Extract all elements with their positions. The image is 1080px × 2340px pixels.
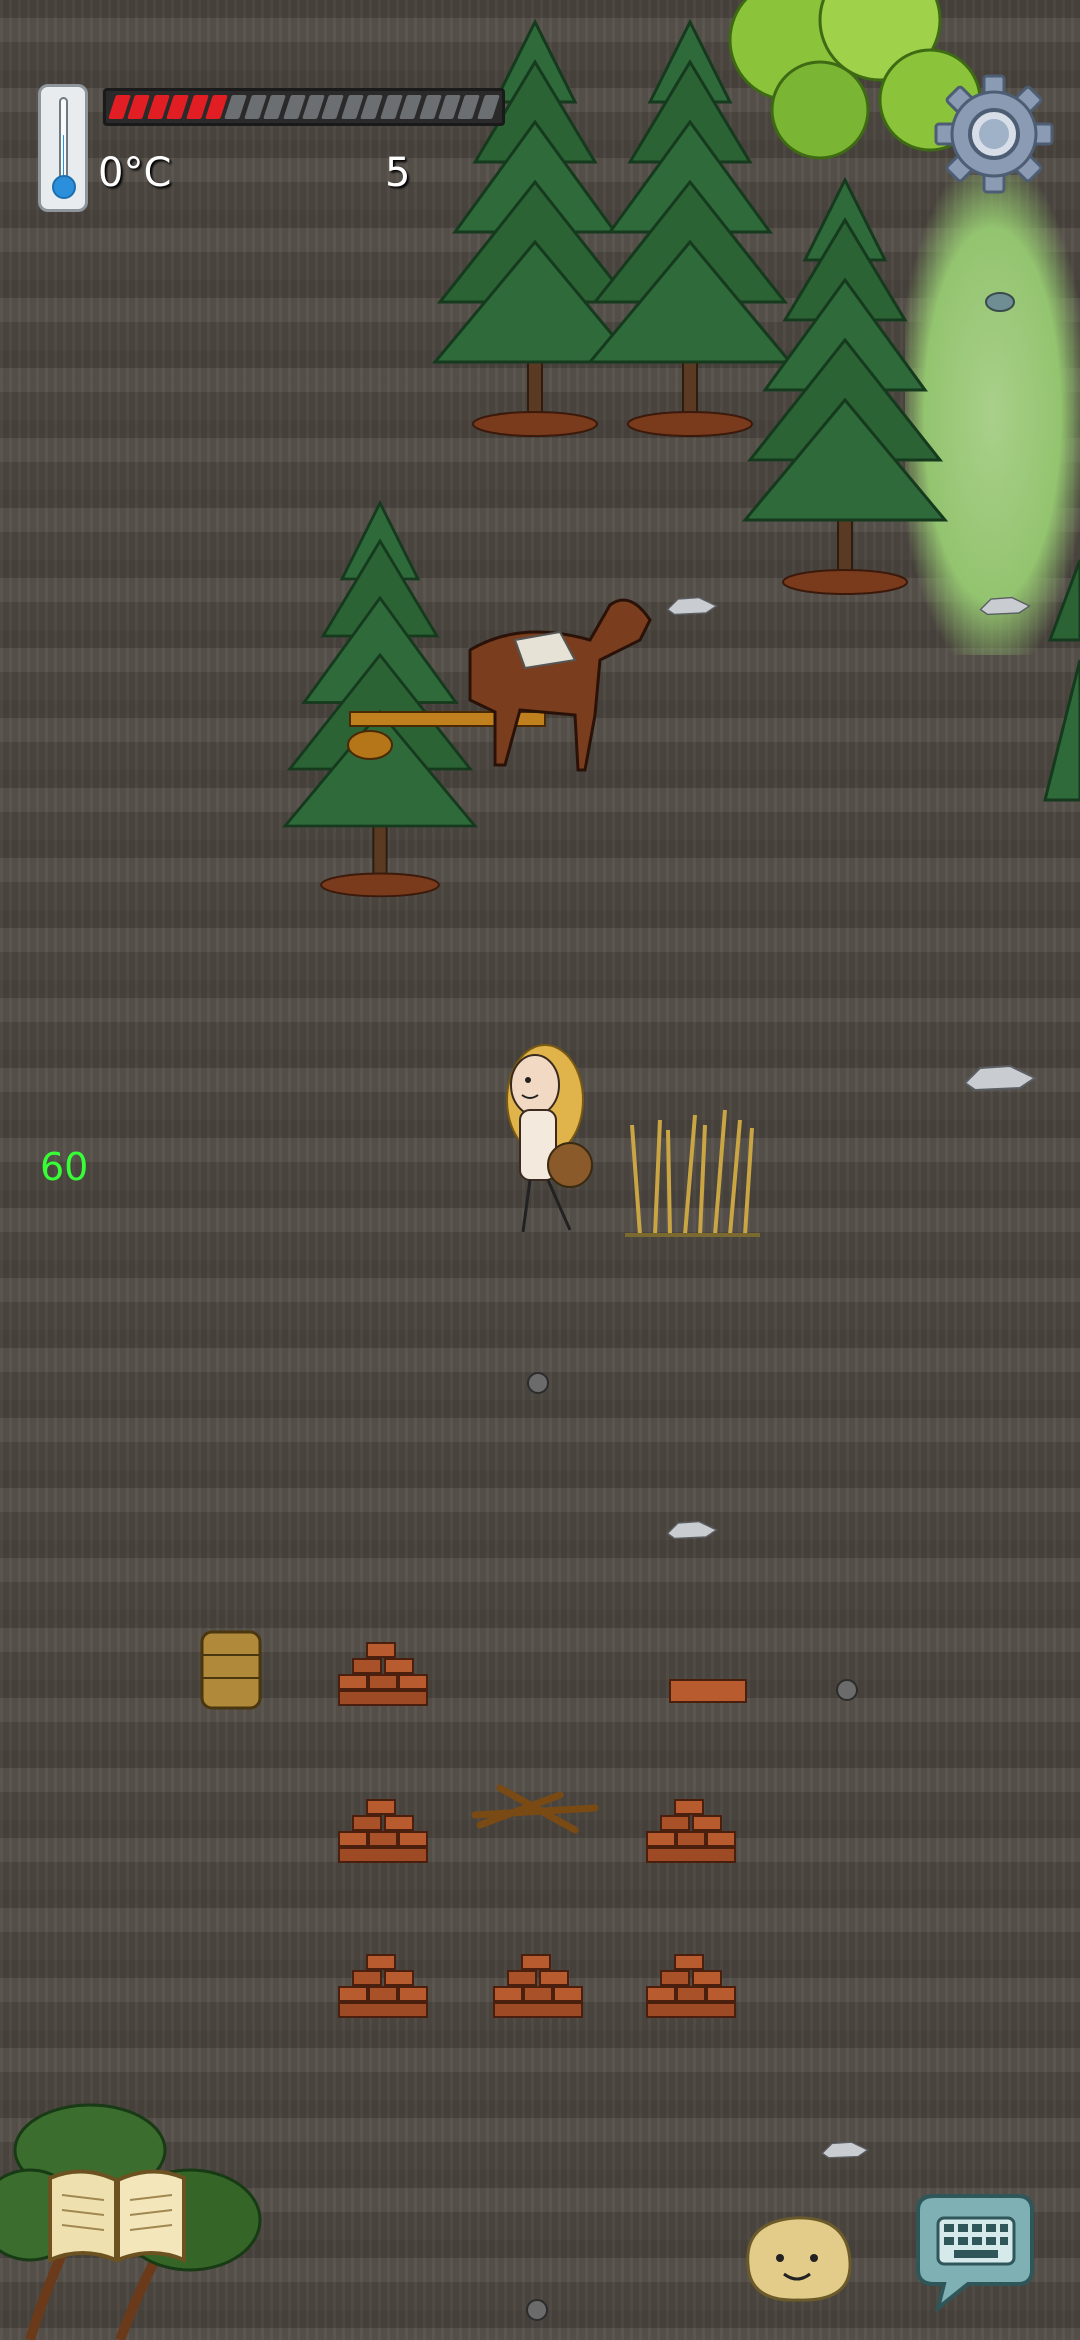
pine-tree[interactable] [1043,559,1080,802]
food-pip-empty [399,95,423,119]
recipe-book-icon [48,2169,186,2264]
pine-tree[interactable] [433,20,637,438]
smiley-face-icon [746,2216,852,2302]
keyboard-chat-icon [916,2194,1034,2314]
fps-counter: 60 [40,1145,89,1189]
round-stone[interactable] [527,1372,549,1394]
adobe-pile[interactable] [338,1954,428,2018]
thermometer-bulb [52,175,76,199]
chat-button[interactable] [908,2190,1038,2314]
player-character[interactable] [506,1044,593,1233]
round-stone[interactable] [526,2299,548,2321]
thermometer-level [63,135,64,180]
flint-stone[interactable] [964,1065,1036,1091]
adobe-pile[interactable] [646,1799,736,1863]
adobe-pile[interactable] [338,1642,428,1706]
wheat-plant[interactable] [625,1109,760,1237]
food-pip-empty [476,95,501,119]
adobe-pile[interactable] [646,1954,736,2018]
food-count: 5 [385,150,411,196]
adobe-pile[interactable] [493,1954,583,2018]
temperature-readout: 0°C [98,150,172,196]
pine-tree[interactable] [283,501,477,898]
food-bar [103,88,505,126]
blue-stone[interactable] [985,292,1015,312]
flint-stone[interactable] [821,2141,869,2159]
flint-stone[interactable] [666,1520,718,1540]
thermometer-icon [38,84,88,212]
round-stone[interactable] [836,1679,858,1701]
kindling[interactable] [471,1784,599,1834]
emote-button[interactable] [740,2210,855,2306]
flint-stone[interactable] [666,596,718,616]
adobe-pile[interactable] [338,1799,428,1863]
adobe-single[interactable] [669,1679,747,1703]
thermometer-tube [59,97,68,182]
pine-tree[interactable] [743,178,947,596]
game-world[interactable] [0,0,1080,2340]
gear-icon [934,74,1054,194]
flint-stone[interactable] [979,596,1031,616]
recipe-book-button[interactable] [42,2160,192,2270]
basket[interactable] [200,1630,262,1710]
settings-button[interactable] [932,72,1056,196]
